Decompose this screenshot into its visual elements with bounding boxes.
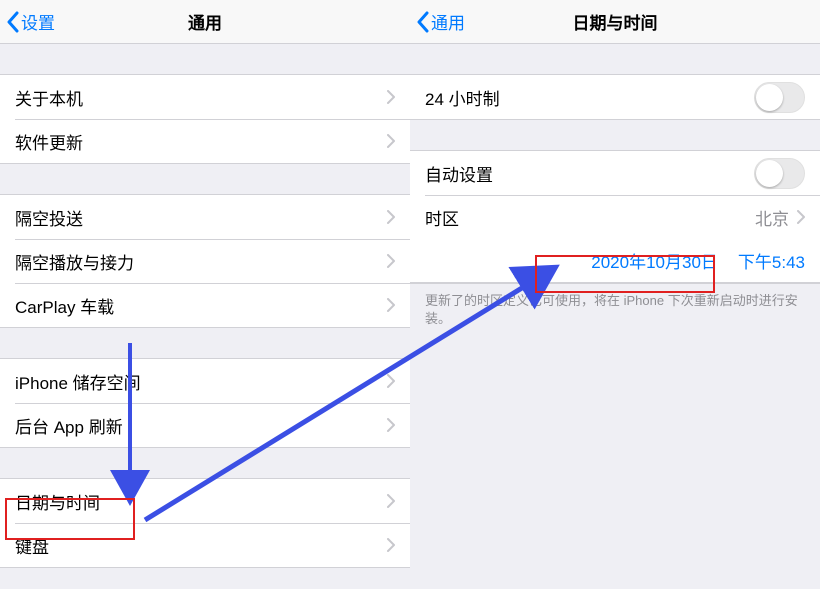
row-label: iPhone 储存空间 bbox=[15, 369, 387, 394]
row-airplay[interactable]: 隔空播放与接力 bbox=[0, 239, 410, 283]
row-label: 隔空播放与接力 bbox=[15, 249, 387, 274]
timezone-value: 北京 bbox=[755, 205, 789, 230]
chevron-right-icon bbox=[387, 418, 395, 432]
back-label: 通用 bbox=[431, 9, 465, 34]
group-24h: 24 小时制 bbox=[410, 74, 820, 120]
chevron-right-icon bbox=[387, 538, 395, 552]
back-label: 设置 bbox=[21, 9, 55, 34]
back-button[interactable]: 设置 bbox=[0, 9, 55, 34]
row-carplay[interactable]: CarPlay 车载 bbox=[0, 283, 410, 327]
chevron-right-icon bbox=[387, 210, 395, 224]
back-button[interactable]: 通用 bbox=[410, 9, 465, 34]
time-value[interactable]: 下午5:43 bbox=[738, 248, 805, 273]
row-timezone[interactable]: 时区 北京 bbox=[410, 195, 820, 239]
row-label: 软件更新 bbox=[15, 129, 387, 154]
row-label: 24 小时制 bbox=[425, 85, 754, 110]
chevron-right-icon bbox=[387, 134, 395, 148]
row-airdrop[interactable]: 隔空投送 bbox=[0, 195, 410, 239]
chevron-right-icon bbox=[387, 254, 395, 268]
row-software-update[interactable]: 软件更新 bbox=[0, 119, 410, 163]
row-label: 后台 App 刷新 bbox=[15, 413, 387, 438]
page-title: 日期与时间 bbox=[410, 9, 820, 34]
row-label: 关于本机 bbox=[15, 85, 387, 110]
group-about: 关于本机 软件更新 bbox=[0, 74, 410, 164]
row-label: 时区 bbox=[425, 205, 755, 230]
group-airdrop: 隔空投送 隔空播放与接力 CarPlay 车载 bbox=[0, 194, 410, 328]
chevron-right-icon bbox=[797, 210, 805, 224]
highlight-date-value bbox=[535, 255, 715, 293]
group-storage: iPhone 储存空间 后台 App 刷新 bbox=[0, 358, 410, 448]
row-24h[interactable]: 24 小时制 bbox=[410, 75, 820, 119]
row-auto-set[interactable]: 自动设置 bbox=[410, 151, 820, 195]
row-about[interactable]: 关于本机 bbox=[0, 75, 410, 119]
date-time-pane: 通用 日期与时间 24 小时制 自动设置 时区 北京 2020年10月30 bbox=[410, 0, 820, 589]
nav-header: 设置 通用 bbox=[0, 0, 410, 44]
toggle-24h[interactable] bbox=[754, 82, 805, 113]
toggle-auto[interactable] bbox=[754, 158, 805, 189]
chevron-left-icon bbox=[6, 11, 19, 33]
chevron-right-icon bbox=[387, 298, 395, 312]
chevron-right-icon bbox=[387, 494, 395, 508]
chevron-right-icon bbox=[387, 374, 395, 388]
chevron-right-icon bbox=[387, 90, 395, 104]
row-label: CarPlay 车载 bbox=[15, 293, 387, 318]
row-iphone-storage[interactable]: iPhone 储存空间 bbox=[0, 359, 410, 403]
row-label: 自动设置 bbox=[425, 161, 754, 186]
row-label: 隔空投送 bbox=[15, 205, 387, 230]
page-title: 通用 bbox=[0, 9, 410, 34]
chevron-left-icon bbox=[416, 11, 429, 33]
highlight-date-time-row bbox=[5, 498, 135, 540]
row-background-refresh[interactable]: 后台 App 刷新 bbox=[0, 403, 410, 447]
nav-header: 通用 日期与时间 bbox=[410, 0, 820, 44]
